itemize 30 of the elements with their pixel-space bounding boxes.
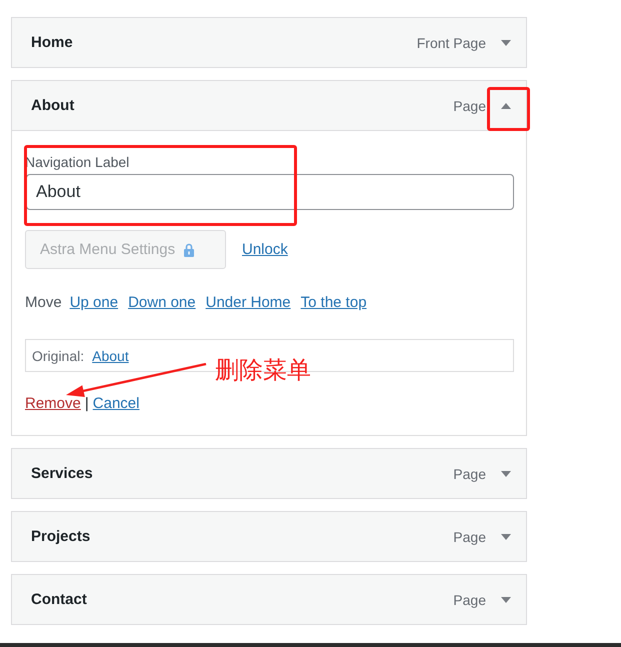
menu-item-header[interactable]: Home Front Page bbox=[11, 17, 527, 68]
menu-item-type: Page bbox=[453, 466, 486, 482]
menu-item-title: About bbox=[31, 97, 76, 114]
move-link[interactable]: Under Home bbox=[206, 293, 291, 313]
cancel-link[interactable]: Cancel bbox=[92, 394, 140, 414]
menu-item-title: Projects bbox=[31, 528, 92, 545]
navigation-label-field[interactable]: About bbox=[26, 174, 514, 210]
menu-item-header[interactable]: Services Page bbox=[11, 448, 527, 499]
field-label: Navigation Label bbox=[25, 153, 130, 171]
menu-item-type: Front Page bbox=[416, 34, 486, 50]
move-link[interactable]: Down one bbox=[128, 293, 196, 313]
menu-item-header[interactable]: Contact Page bbox=[11, 574, 527, 625]
move-label: Move bbox=[25, 293, 62, 313]
lock-icon bbox=[184, 242, 194, 256]
separator: | bbox=[84, 394, 89, 414]
menu-item-type: Page bbox=[453, 98, 486, 114]
menu-item-type: Page bbox=[453, 592, 486, 608]
original-label: Original: bbox=[32, 348, 84, 364]
remove-link[interactable]: Remove bbox=[25, 394, 81, 414]
original-link[interactable]: About bbox=[92, 348, 129, 364]
menu-item-title: Services bbox=[31, 465, 94, 482]
move-link[interactable]: Up one bbox=[70, 293, 118, 313]
menu-item-title: Contact bbox=[31, 591, 88, 608]
unlock-link[interactable]: Unlock bbox=[242, 241, 288, 258]
menu-item-type: Page bbox=[453, 528, 486, 544]
menu-item-header[interactable]: About Page bbox=[11, 80, 527, 131]
annotation-text: 删除菜单 bbox=[215, 355, 311, 385]
menu-item-header[interactable]: Projects Page bbox=[11, 511, 527, 562]
move-link[interactable]: To the top bbox=[300, 293, 367, 313]
menu-item-title: Home bbox=[31, 34, 74, 51]
